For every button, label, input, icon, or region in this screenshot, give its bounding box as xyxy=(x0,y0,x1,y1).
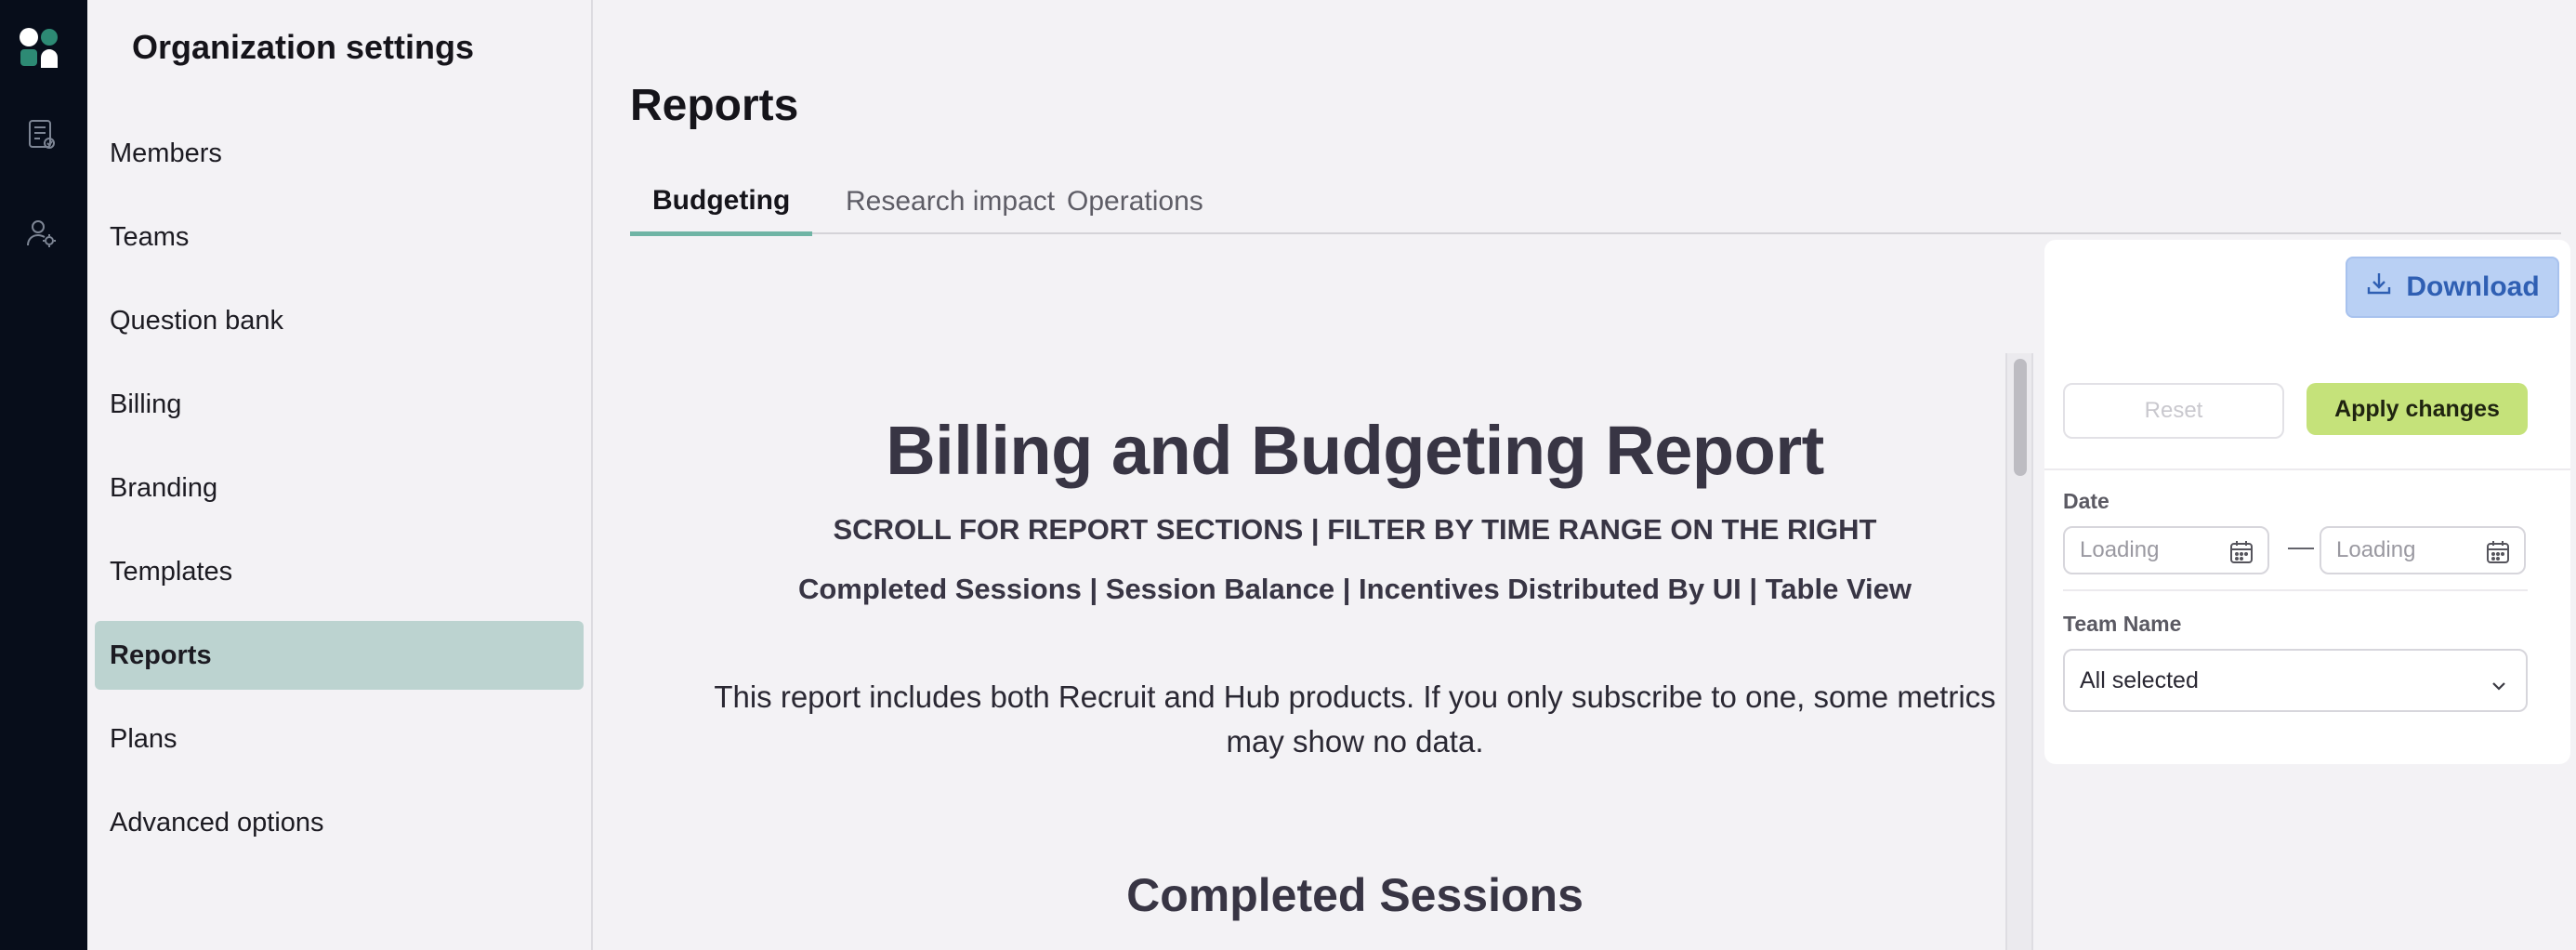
reset-button[interactable]: Reset xyxy=(2063,383,2284,439)
report-instructions: SCROLL FOR REPORT SECTIONS | FILTER BY T… xyxy=(833,513,1877,546)
date-label: Date xyxy=(2063,489,2109,513)
date-separator: — xyxy=(2288,532,2314,561)
sidebar-title: Organization settings xyxy=(132,28,475,66)
date-from-placeholder: Loading xyxy=(2080,537,2160,562)
tab-research-impact[interactable]: Research impact xyxy=(823,169,1077,234)
panel-divider xyxy=(2044,468,2570,470)
user-settings-icon[interactable] xyxy=(23,215,60,252)
tab-budgeting[interactable]: Budgeting xyxy=(630,169,813,236)
sidebar-item-branding[interactable]: Branding xyxy=(95,454,584,522)
report-title: Billing and Budgeting Report xyxy=(886,412,1824,489)
calendar-icon[interactable] xyxy=(2228,539,2254,572)
icon-rail xyxy=(0,0,87,950)
report-scrollbar[interactable] xyxy=(2005,353,2033,950)
calendar-icon[interactable] xyxy=(2485,539,2511,572)
report-tabs: Budgeting Research impact Operations xyxy=(630,169,2561,236)
filter-panel: Download Reset Apply changes Date Loadin… xyxy=(2044,240,2570,764)
page-title: Reports xyxy=(630,81,799,130)
sidebar-item-question-bank[interactable]: Question bank xyxy=(95,286,584,355)
sidebar-item-templates[interactable]: Templates xyxy=(95,537,584,606)
team-name-select[interactable]: All selected xyxy=(2063,649,2528,712)
apply-changes-button[interactable]: Apply changes xyxy=(2307,383,2528,435)
main-content: Reports Budgeting Research impact Operat… xyxy=(593,0,2576,950)
app-root: Organization settings Members Teams Ques… xyxy=(0,0,2576,950)
sidebar-item-billing[interactable]: Billing xyxy=(95,370,584,439)
scrollbar-thumb[interactable] xyxy=(2014,359,2027,476)
date-from-input[interactable]: Loading xyxy=(2063,526,2269,574)
download-icon xyxy=(2365,270,2393,305)
filter-divider xyxy=(2063,589,2528,591)
chevron-down-icon xyxy=(2489,673,2509,700)
logo-icon[interactable] xyxy=(19,27,59,68)
sidebar-item-plans[interactable]: Plans xyxy=(95,705,584,773)
sidebar-item-teams[interactable]: Teams xyxy=(95,203,584,271)
sidebar-item-advanced-options[interactable]: Advanced options xyxy=(95,788,584,857)
report-section-list: Completed Sessions | Session Balance | I… xyxy=(797,573,1912,605)
tab-operations[interactable]: Operations xyxy=(1045,169,1226,234)
settings-sidebar: Organization settings Members Teams Ques… xyxy=(87,0,593,950)
sidebar-item-reports[interactable]: Reports xyxy=(95,621,584,690)
section-heading-completed-sessions: Completed Sessions xyxy=(1126,869,1584,921)
team-name-label: Team Name xyxy=(2063,612,2182,636)
download-label: Download xyxy=(2406,271,2540,302)
date-to-placeholder: Loading xyxy=(2336,537,2416,562)
sidebar-item-members[interactable]: Members xyxy=(95,119,584,188)
report-note: This report includes both Recruit and Hu… xyxy=(714,680,1996,759)
report-icon[interactable] xyxy=(23,116,60,153)
team-name-value: All selected xyxy=(2080,666,2199,693)
settings-nav: Members Teams Question bank Billing Bran… xyxy=(95,119,584,872)
download-button[interactable]: Download xyxy=(2346,257,2559,318)
date-to-input[interactable]: Loading xyxy=(2320,526,2526,574)
